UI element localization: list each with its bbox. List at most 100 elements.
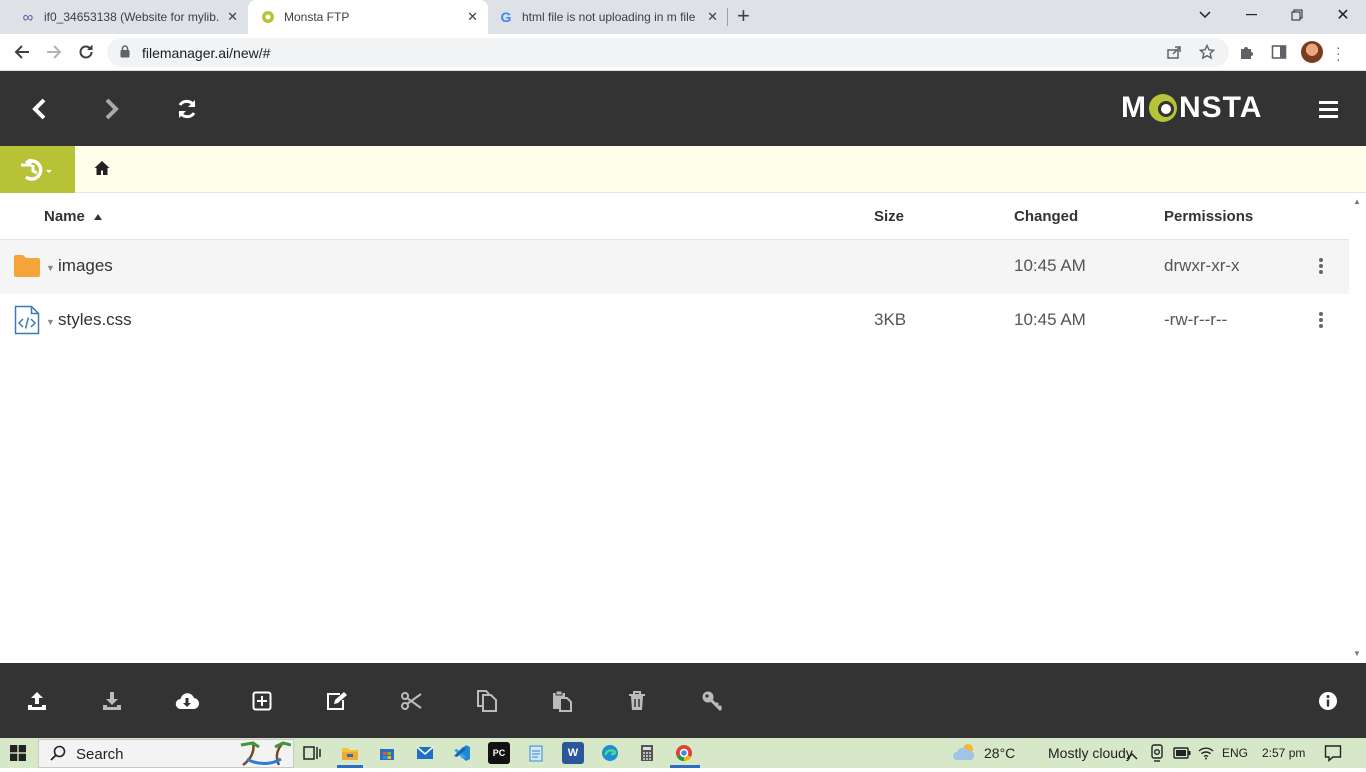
close-window-button[interactable]: ✕	[1320, 0, 1366, 30]
row-menu-icon[interactable]	[1319, 312, 1323, 330]
tray-chevron-up-icon[interactable]	[1126, 747, 1138, 765]
word-icon[interactable]: W	[562, 742, 584, 764]
tab-title: html file is not uploading in m file	[522, 10, 696, 24]
row-menu-icon[interactable]	[1319, 258, 1323, 276]
forward-chevron-icon[interactable]	[97, 71, 127, 146]
tab-title: if0_34653138 (Website for mylib.i	[44, 10, 219, 24]
info-icon[interactable]	[1308, 663, 1348, 738]
column-size[interactable]: Size	[874, 208, 904, 225]
taskbar-search[interactable]: Search	[38, 739, 294, 768]
path-bar	[0, 146, 1366, 193]
monsta-icon	[260, 9, 276, 25]
notepad-icon[interactable]	[525, 742, 547, 764]
new-item-icon[interactable]	[242, 663, 282, 738]
meet-now-icon[interactable]	[1150, 744, 1164, 767]
weather-temperature[interactable]: 28°C	[984, 745, 1015, 761]
tab-google-search[interactable]: G html file is not uploading in m file ✕	[488, 0, 728, 34]
browser-tab-bar: ∞ if0_34653138 (Website for mylib.i ✕ Mo…	[0, 0, 1366, 34]
history-icon	[20, 158, 52, 181]
tab-separator	[727, 8, 728, 26]
edit-icon[interactable]	[317, 663, 357, 738]
scroll-down-arrow-icon[interactable]: ▼	[1353, 649, 1361, 658]
history-dropdown-button[interactable]	[0, 146, 75, 193]
calculator-icon[interactable]	[636, 742, 658, 764]
vscode-icon[interactable]	[451, 742, 473, 764]
file-name[interactable]: styles.css	[58, 310, 132, 330]
language-indicator[interactable]: ENG	[1222, 746, 1248, 760]
monsta-logo: M NSTA	[1121, 90, 1262, 126]
row-dropdown-caret-icon[interactable]: ▼	[46, 263, 55, 273]
wifi-icon[interactable]	[1198, 746, 1214, 765]
browser-menu-icon[interactable]: · · ·	[1336, 40, 1341, 66]
code-file-icon	[14, 305, 40, 340]
bookmark-star-icon[interactable]	[1198, 43, 1216, 64]
close-tab-icon[interactable]: ✕	[467, 9, 478, 25]
weather-cloud-icon	[952, 742, 978, 767]
cut-scissors-icon[interactable]	[392, 663, 432, 738]
profile-avatar[interactable]	[1301, 41, 1323, 63]
store-icon[interactable]	[376, 742, 398, 764]
column-name[interactable]: Name	[44, 208, 103, 225]
google-icon: G	[500, 9, 512, 25]
back-chevron-icon[interactable]	[24, 71, 54, 146]
windows-start-icon[interactable]	[10, 745, 26, 766]
permissions-key-icon[interactable]	[692, 663, 732, 738]
delete-trash-icon[interactable]	[617, 663, 657, 738]
home-icon[interactable]	[94, 160, 110, 181]
task-view-icon[interactable]	[303, 745, 321, 766]
address-bar[interactable]: filemanager.ai/new/#	[107, 38, 1229, 67]
sort-ascending-icon	[94, 214, 103, 220]
column-changed[interactable]: Changed	[1014, 208, 1078, 225]
folder-icon	[13, 254, 41, 283]
tab-mylib[interactable]: ∞ if0_34653138 (Website for mylib.i ✕	[8, 0, 248, 34]
chrome-icon[interactable]	[673, 742, 695, 764]
logo-text-start: M	[1121, 91, 1147, 124]
battery-icon[interactable]	[1173, 746, 1191, 764]
close-tab-icon[interactable]: ✕	[227, 9, 238, 25]
logo-text-end: NSTA	[1179, 91, 1263, 124]
hamburger-menu-icon[interactable]	[1319, 101, 1338, 122]
row-dropdown-caret-icon[interactable]: ▼	[46, 317, 55, 327]
logo-eye-icon	[1149, 94, 1177, 122]
pycharm-icon[interactable]: PC	[488, 742, 510, 764]
file-changed: 10:45 AM	[1014, 310, 1086, 329]
copy-icon[interactable]	[467, 663, 507, 738]
new-tab-button[interactable]: +	[737, 5, 750, 27]
forward-arrow-icon[interactable]	[42, 40, 66, 64]
file-changed: 10:45 AM	[1014, 256, 1086, 275]
search-label: Search	[76, 746, 124, 763]
cloud-download-icon[interactable]	[167, 663, 207, 738]
restore-button[interactable]	[1274, 0, 1320, 30]
action-toolbar	[0, 663, 1366, 738]
paste-icon[interactable]	[542, 663, 582, 738]
mail-icon[interactable]	[414, 742, 436, 764]
tab-monsta-ftp[interactable]: Monsta FTP ✕	[248, 0, 488, 34]
refresh-icon[interactable]	[172, 71, 202, 146]
download-icon[interactable]	[92, 663, 132, 738]
reload-icon[interactable]	[74, 40, 98, 64]
notification-icon[interactable]	[1324, 744, 1342, 767]
scroll-up-arrow-icon[interactable]: ▲	[1353, 197, 1361, 206]
file-permissions: drwxr-xr-x	[1164, 256, 1240, 275]
search-highlight-icon	[237, 741, 292, 772]
search-icon	[50, 745, 66, 765]
minimize-button[interactable]	[1228, 0, 1274, 30]
table-row[interactable]: ▼ images 10:45 AM drwxr-xr-x	[0, 240, 1349, 294]
upload-icon[interactable]	[17, 663, 57, 738]
weather-text[interactable]: Mostly cloudy	[1048, 745, 1133, 761]
extensions-puzzle-icon[interactable]	[1239, 44, 1255, 64]
tab-search-chevron-icon[interactable]	[1182, 0, 1228, 30]
edge-icon[interactable]	[599, 742, 621, 764]
scrollbar[interactable]: ▲ ▼	[1349, 193, 1366, 663]
windows-taskbar: Search PC W 28°C Mostly cloudy ENG 2:57 …	[0, 738, 1366, 768]
back-arrow-icon[interactable]	[10, 40, 34, 64]
share-icon[interactable]	[1166, 44, 1182, 64]
file-name[interactable]: images	[58, 256, 113, 276]
side-panel-icon[interactable]	[1271, 44, 1287, 64]
file-explorer-icon[interactable]	[339, 742, 361, 764]
table-row[interactable]: ▼ styles.css 3KB 10:45 AM -rw-r--r--	[0, 294, 1349, 348]
close-tab-icon[interactable]: ✕	[707, 9, 718, 25]
file-size: 3KB	[874, 310, 907, 329]
column-permissions[interactable]: Permissions	[1164, 208, 1253, 225]
clock-time[interactable]: 2:57 pm	[1262, 746, 1305, 760]
